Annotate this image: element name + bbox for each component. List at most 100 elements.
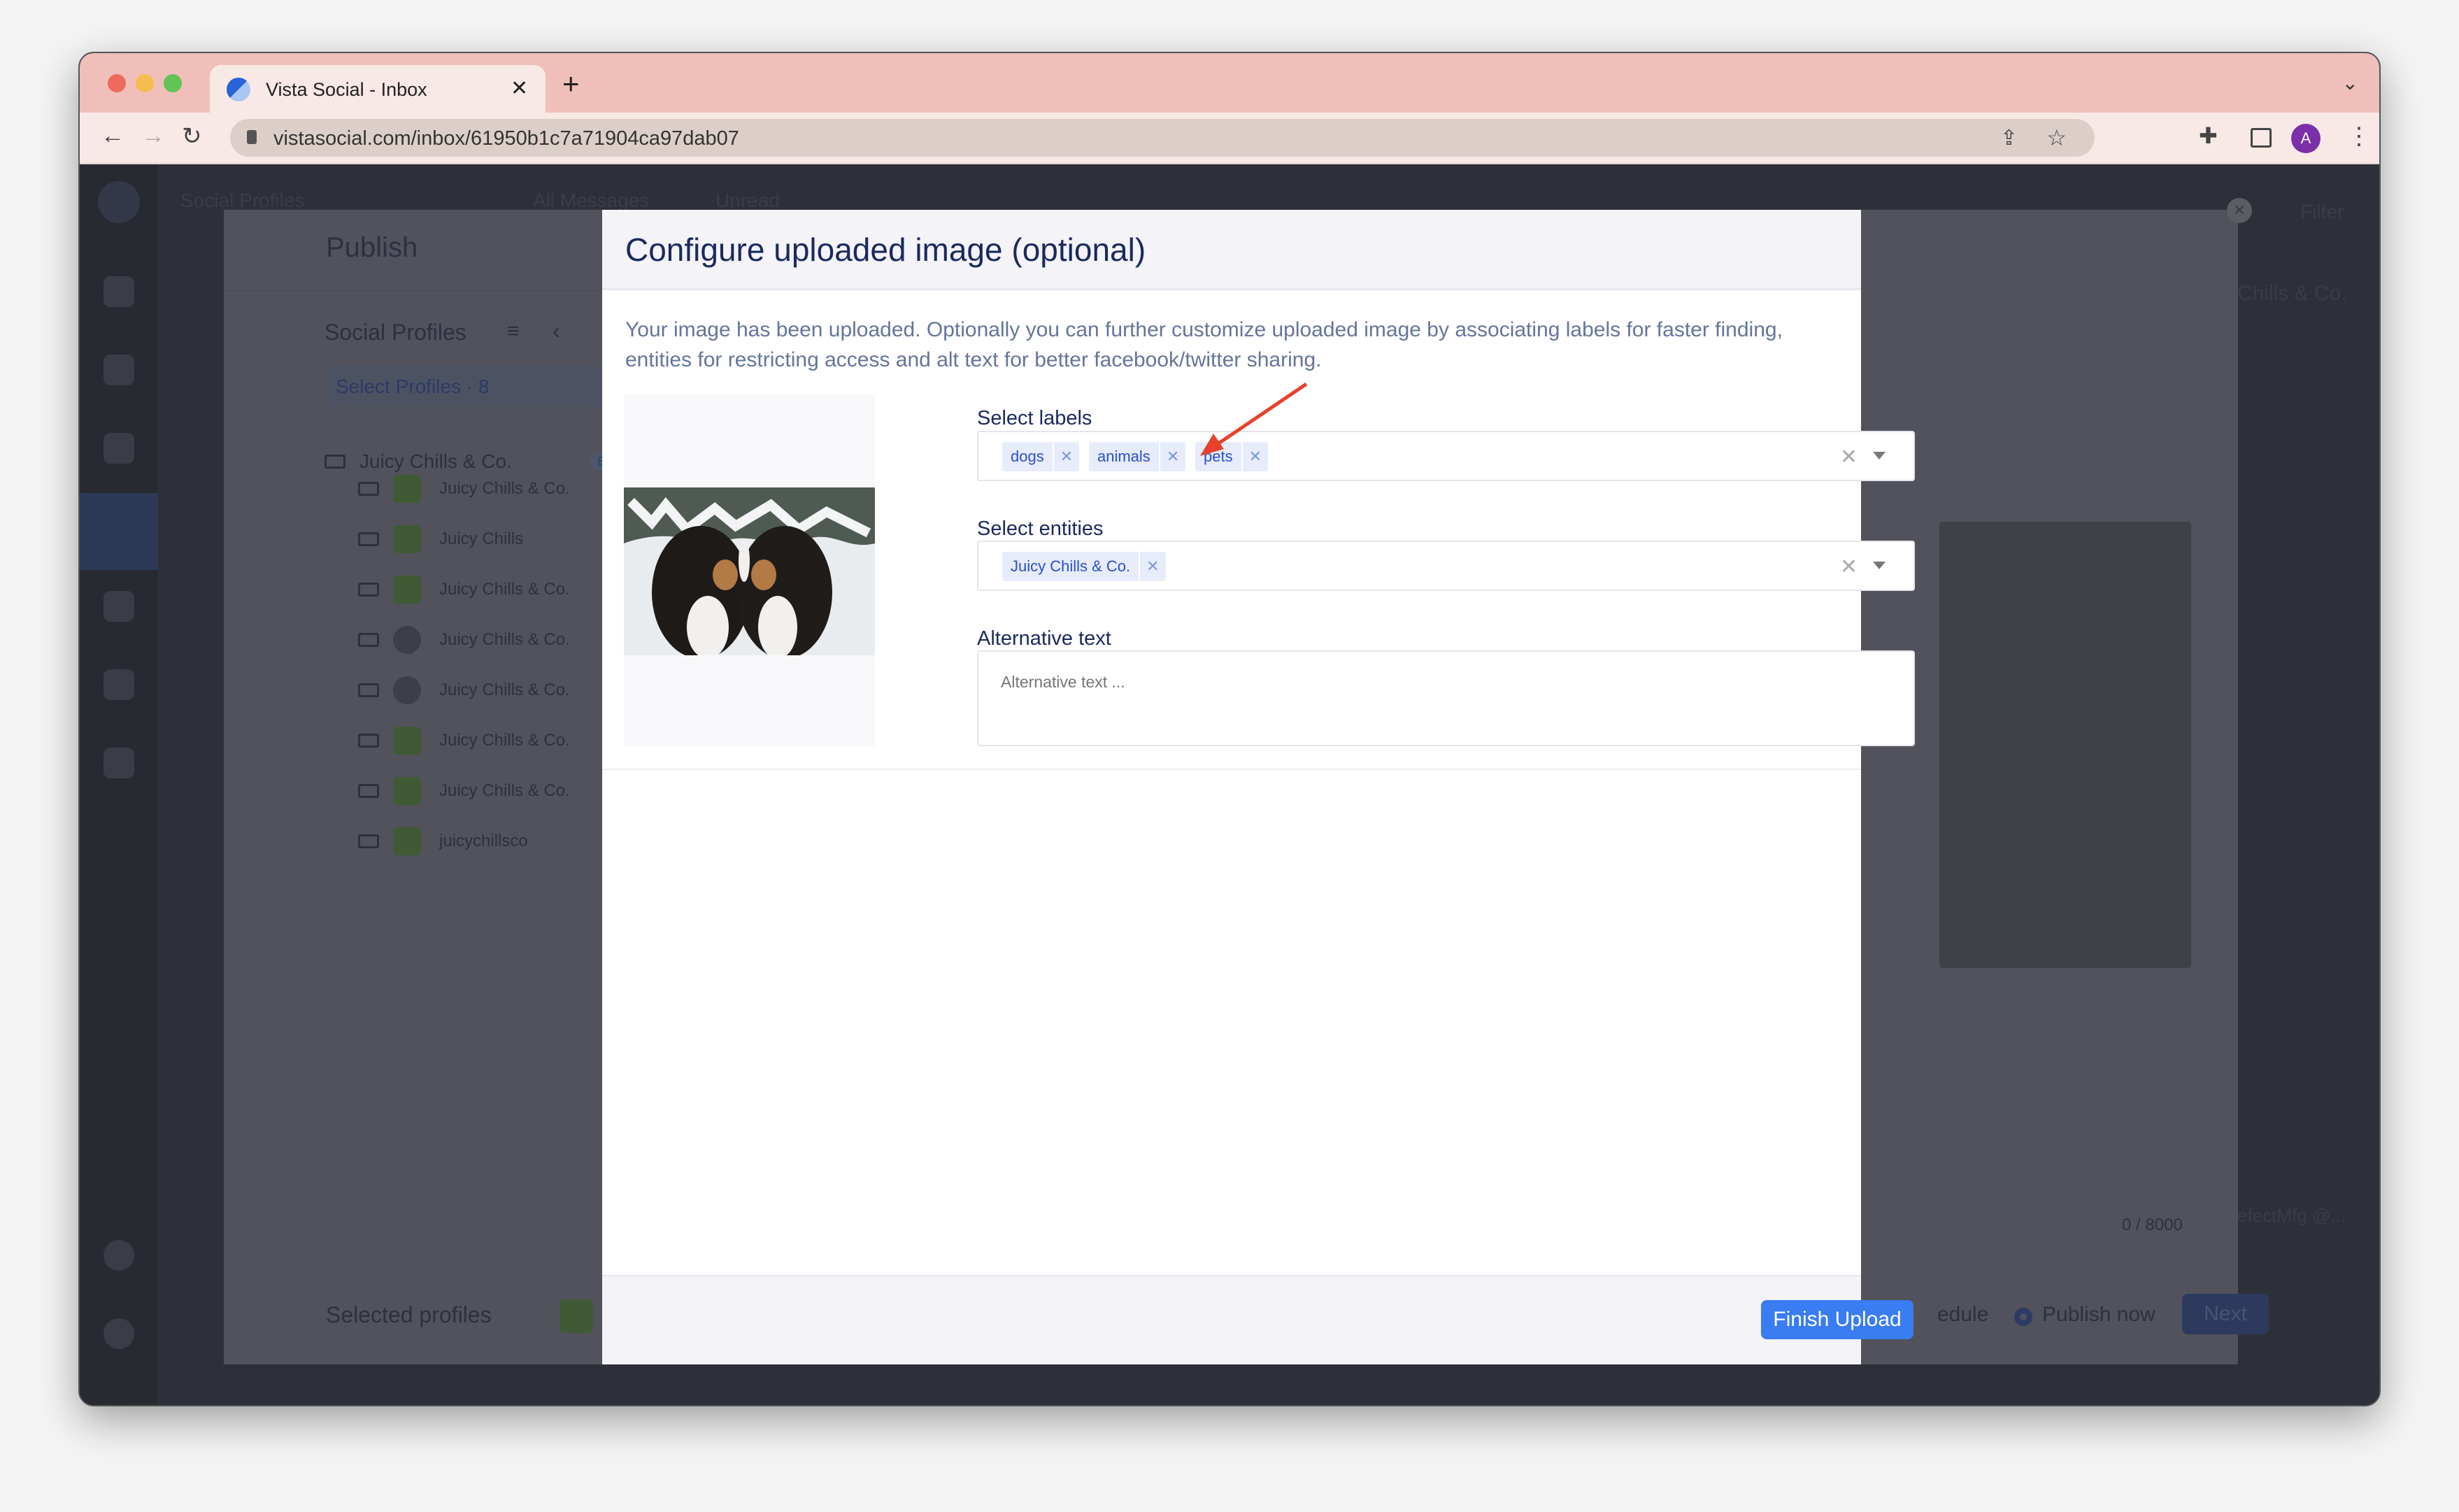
checkbox[interactable] bbox=[358, 734, 379, 748]
twitter-avatar-icon bbox=[393, 727, 421, 755]
profile-name: Juicy Chills & Co. bbox=[439, 580, 570, 599]
inbox-nav-active[interactable] bbox=[80, 493, 158, 570]
filter-button[interactable]: Filter bbox=[2300, 201, 2344, 223]
chip-text: Juicy Chills & Co. bbox=[1011, 557, 1131, 575]
entities-select[interactable]: Juicy Chills & Co. ✕ ✕ bbox=[977, 541, 1915, 591]
publish-now-radio[interactable] bbox=[2014, 1308, 2032, 1326]
modal-title: Configure uploaded image (optional) bbox=[625, 231, 1146, 268]
checkbox[interactable] bbox=[358, 482, 379, 496]
uploaded-dog-image bbox=[624, 487, 875, 655]
minimize-window-button[interactable] bbox=[136, 74, 154, 92]
forward-icon[interactable]: → bbox=[141, 122, 165, 150]
analytics-icon[interactable] bbox=[104, 591, 134, 622]
plus-icon[interactable]: + bbox=[562, 67, 580, 101]
top-unread[interactable]: Unread bbox=[715, 190, 780, 212]
sidepanel-icon[interactable] bbox=[2251, 128, 2272, 148]
selected-profiles-label: Selected profiles bbox=[326, 1302, 492, 1327]
profile-name: juicychillsco bbox=[439, 832, 528, 850]
labels-select[interactable]: dogs ✕ animals ✕ pets ✕ ✕ bbox=[977, 431, 1915, 481]
tab-search-chevron-icon[interactable]: ⌄ bbox=[2342, 71, 2358, 94]
select-entities-label: Select entities bbox=[977, 518, 1104, 540]
collapse-chevron-icon[interactable]: ‹ bbox=[553, 318, 560, 344]
profile-row[interactable]: Juicy Chills & Co. bbox=[358, 468, 570, 510]
google-avatar-icon bbox=[393, 626, 421, 654]
tab-bar: Vista Social - Inbox ✕ + ⌄ bbox=[80, 53, 2379, 114]
tab-title: Vista Social - Inbox bbox=[266, 79, 427, 100]
facebook-avatar-icon bbox=[393, 475, 421, 503]
profile-row[interactable]: Juicy Chills & Co. bbox=[358, 720, 570, 762]
share-icon[interactable]: ⇪ bbox=[2000, 126, 2018, 150]
profile-name: Juicy Chills & Co. bbox=[439, 479, 570, 498]
label-chip-animals: animals ✕ bbox=[1089, 442, 1186, 471]
finish-upload-button[interactable]: Finish Upload bbox=[1761, 1300, 1913, 1339]
remove-chip-icon[interactable]: ✕ bbox=[1052, 442, 1079, 471]
reviews-icon[interactable] bbox=[104, 669, 134, 700]
alt-text-input[interactable] bbox=[977, 650, 1915, 746]
profile-name: Juicy Chills bbox=[439, 529, 524, 548]
facebook-avatar-icon bbox=[393, 525, 421, 553]
maximize-window-button[interactable] bbox=[164, 74, 182, 92]
profile-avatar[interactable]: A bbox=[2291, 124, 2321, 153]
select-profiles-dropdown[interactable]: Select Profiles · 8 bbox=[325, 366, 627, 406]
filter-icon[interactable]: ≡ bbox=[507, 320, 520, 343]
reload-icon[interactable]: ↻ bbox=[182, 122, 202, 150]
profile-row[interactable]: Juicy Chills & Co. bbox=[358, 569, 570, 611]
add-icon[interactable] bbox=[104, 1240, 134, 1271]
chip-text: pets bbox=[1204, 448, 1233, 465]
image-thumbnail-panel bbox=[624, 395, 875, 746]
profile-row[interactable]: Juicy Chills bbox=[358, 518, 523, 560]
address-bar-row: ← → ↻ vistasocial.com/inbox/61950b1c7a71… bbox=[80, 113, 2379, 164]
right-bottom-text: efectMfg @... bbox=[2237, 1205, 2346, 1226]
remove-chip-icon[interactable]: ✕ bbox=[1139, 552, 1165, 581]
close-tab-icon[interactable]: ✕ bbox=[511, 76, 528, 101]
home-icon[interactable] bbox=[104, 276, 134, 307]
url-field[interactable]: vistasocial.com/inbox/61950b1c7a71904ca9… bbox=[230, 119, 2095, 157]
browser-tab[interactable]: Vista Social - Inbox ✕ bbox=[210, 65, 546, 114]
next-button[interactable]: Next bbox=[2182, 1294, 2269, 1334]
checkbox[interactable] bbox=[358, 633, 379, 647]
label-chip-pets: pets ✕ bbox=[1195, 442, 1269, 471]
checkbox[interactable] bbox=[358, 583, 379, 597]
help-icon[interactable] bbox=[104, 1318, 134, 1349]
checkbox[interactable] bbox=[358, 784, 379, 798]
lock-icon bbox=[247, 130, 257, 144]
instagram-avatar-icon bbox=[393, 676, 421, 704]
publish-title: Publish bbox=[326, 232, 418, 263]
checkbox[interactable] bbox=[358, 683, 379, 697]
modal-footer: Finish Upload bbox=[602, 1275, 1913, 1364]
clear-all-icon[interactable]: ✕ bbox=[1840, 555, 1858, 579]
bookmark-star-icon[interactable]: ☆ bbox=[2046, 124, 2067, 151]
top-social-profiles: Social Profiles bbox=[180, 190, 305, 211]
remove-chip-icon[interactable]: ✕ bbox=[1241, 442, 1268, 471]
calendar-icon[interactable] bbox=[104, 433, 134, 464]
schedule-option[interactable]: edule bbox=[1937, 1303, 1988, 1327]
chevron-down-icon[interactable] bbox=[1873, 452, 1886, 459]
clear-all-icon[interactable]: ✕ bbox=[1840, 445, 1858, 469]
select-profiles-label: Select Profiles · 8 bbox=[336, 376, 490, 397]
checkbox[interactable] bbox=[358, 532, 379, 546]
extensions-icon[interactable]: ✚ bbox=[2199, 122, 2218, 149]
top-all-messages[interactable]: All Messages bbox=[533, 190, 650, 212]
profile-row[interactable]: Juicy Chills & Co. bbox=[358, 619, 570, 661]
publish-icon[interactable] bbox=[104, 355, 134, 385]
reports-icon[interactable] bbox=[104, 748, 134, 778]
back-icon[interactable]: ← bbox=[101, 122, 124, 150]
entity-chip: Juicy Chills & Co. ✕ bbox=[1002, 552, 1166, 581]
profile-name: Juicy Chills & Co. bbox=[439, 731, 570, 750]
chevron-down-icon[interactable] bbox=[1873, 562, 1886, 569]
profile-row[interactable]: Juicy Chills & Co. bbox=[358, 669, 570, 711]
profile-name: Juicy Chills & Co. bbox=[439, 630, 570, 649]
modal-header: Configure uploaded image (optional) bbox=[602, 210, 1861, 290]
close-icon[interactable]: ✕ bbox=[2227, 198, 2252, 223]
right-profile-name: Chills & Co. bbox=[2237, 282, 2347, 305]
checkbox[interactable] bbox=[358, 834, 379, 848]
app-area: Social Profiles All Messages Unread Filt… bbox=[80, 164, 2379, 1405]
more-menu-icon[interactable]: ⋮ bbox=[2347, 122, 2371, 150]
selected-profile-avatar bbox=[559, 1299, 593, 1333]
profile-row[interactable]: Juicy Chills & Co. bbox=[358, 770, 570, 812]
profile-row[interactable]: juicychillsco bbox=[358, 820, 528, 862]
chip-text: animals bbox=[1097, 448, 1150, 465]
remove-chip-icon[interactable]: ✕ bbox=[1158, 442, 1185, 471]
close-window-button[interactable] bbox=[108, 74, 126, 92]
checkbox[interactable] bbox=[325, 455, 345, 469]
